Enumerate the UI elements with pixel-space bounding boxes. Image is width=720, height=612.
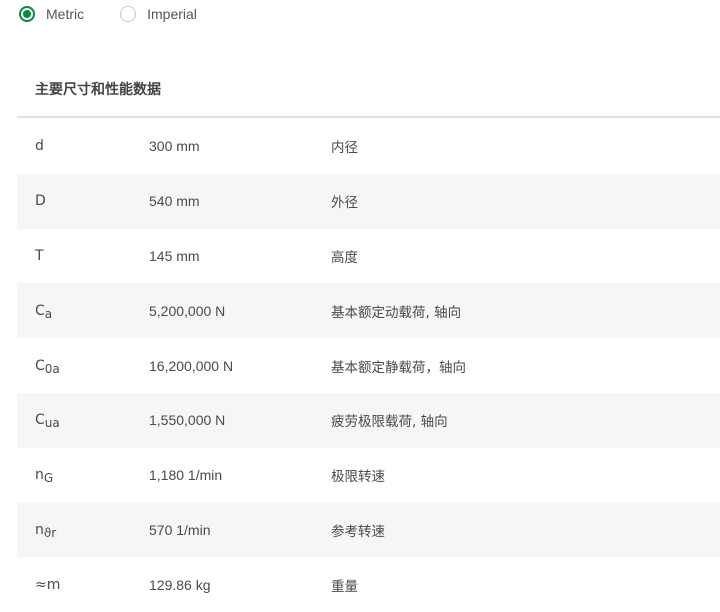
table-row: C0a 16,200,000 N 基本额定静载荷，轴向: [17, 338, 720, 393]
description-cell: 内径: [331, 140, 358, 157]
symbol: d: [35, 138, 44, 155]
description-cell: 基本额定动载荷, 轴向: [331, 304, 462, 321]
value-cell: 1,550,000 N: [149, 412, 226, 429]
symbol-cell: C0a: [17, 357, 149, 376]
unit-system-selector: Metric Imperial: [19, 6, 197, 22]
description-cell: 外径: [331, 195, 358, 212]
symbol-subscript: ϑr: [43, 525, 57, 540]
symbol-cell: nG: [17, 467, 149, 486]
section-title: 主要尺寸和性能数据: [35, 82, 161, 98]
imperial-radio[interactable]: [120, 6, 137, 22]
symbol-subscript: G: [43, 471, 54, 486]
description-cell: 高度: [331, 249, 358, 266]
table-row: d 300 mm 内径: [17, 119, 720, 174]
table-row: nG 1,180 1/min 极限转速: [17, 448, 720, 503]
value-cell: 5,200,000 N: [149, 302, 226, 319]
table-row: Cua 1,550,000 N 疲劳极限载荷, 轴向: [17, 392, 720, 448]
symbol: D: [35, 193, 46, 210]
table-row: Ca 5,200,000 N 基本额定动载荷, 轴向: [17, 283, 720, 339]
symbol-subscript: ua: [44, 416, 60, 431]
description-cell: 极限转速: [331, 469, 385, 486]
imperial-label[interactable]: Imperial: [147, 6, 197, 22]
symbol-subscript: a: [44, 306, 53, 321]
symbol: C: [35, 412, 45, 429]
table-row: D 540 mm 外径: [17, 173, 720, 229]
description-cell: 重量: [331, 578, 358, 595]
symbol: C: [35, 302, 45, 319]
symbol-cell: Cua: [17, 412, 149, 431]
value-cell: 129.86 kg: [149, 576, 211, 593]
section-divider: [17, 116, 720, 118]
metric-label[interactable]: Metric: [46, 6, 84, 22]
description-cell: 基本额定静载荷，轴向: [331, 359, 466, 376]
value-cell: 300 mm: [149, 138, 200, 155]
value-cell: 16,200,000 N: [149, 357, 234, 374]
symbol-cell: ≈m: [17, 577, 149, 593]
symbol-cell: d: [17, 138, 149, 154]
symbol-cell: Ca: [17, 302, 149, 321]
symbol-cell: nϑr: [17, 521, 149, 540]
symbol: ≈m: [35, 576, 61, 593]
metric-option[interactable]: Metric: [19, 6, 84, 22]
table-row: ≈m 129.86 kg 重量: [17, 557, 720, 612]
symbol: n: [35, 521, 44, 538]
description-cell: 疲劳极限载荷, 轴向: [331, 414, 448, 431]
value-cell: 570 1/min: [149, 521, 211, 538]
description-cell: 参考转速: [331, 523, 385, 540]
symbol-cell: D: [17, 193, 149, 209]
value-cell: 540 mm: [149, 193, 200, 210]
symbol: n: [35, 467, 44, 484]
symbol: T: [35, 247, 44, 264]
symbol-cell: T: [17, 248, 149, 264]
metric-radio[interactable]: [19, 6, 35, 22]
table-row: T 145 mm 高度: [17, 229, 720, 284]
symbol-subscript: 0a: [44, 361, 60, 376]
imperial-option[interactable]: Imperial: [120, 6, 197, 22]
value-cell: 145 mm: [149, 247, 200, 264]
specs-table: d 300 mm 内径 D 540 mm 外径 T 145 mm 高度 Ca 5…: [17, 119, 720, 612]
value-cell: 1,180 1/min: [149, 467, 223, 484]
symbol: C: [35, 357, 45, 374]
table-row: nϑr 570 1/min 参考转速: [17, 502, 720, 558]
